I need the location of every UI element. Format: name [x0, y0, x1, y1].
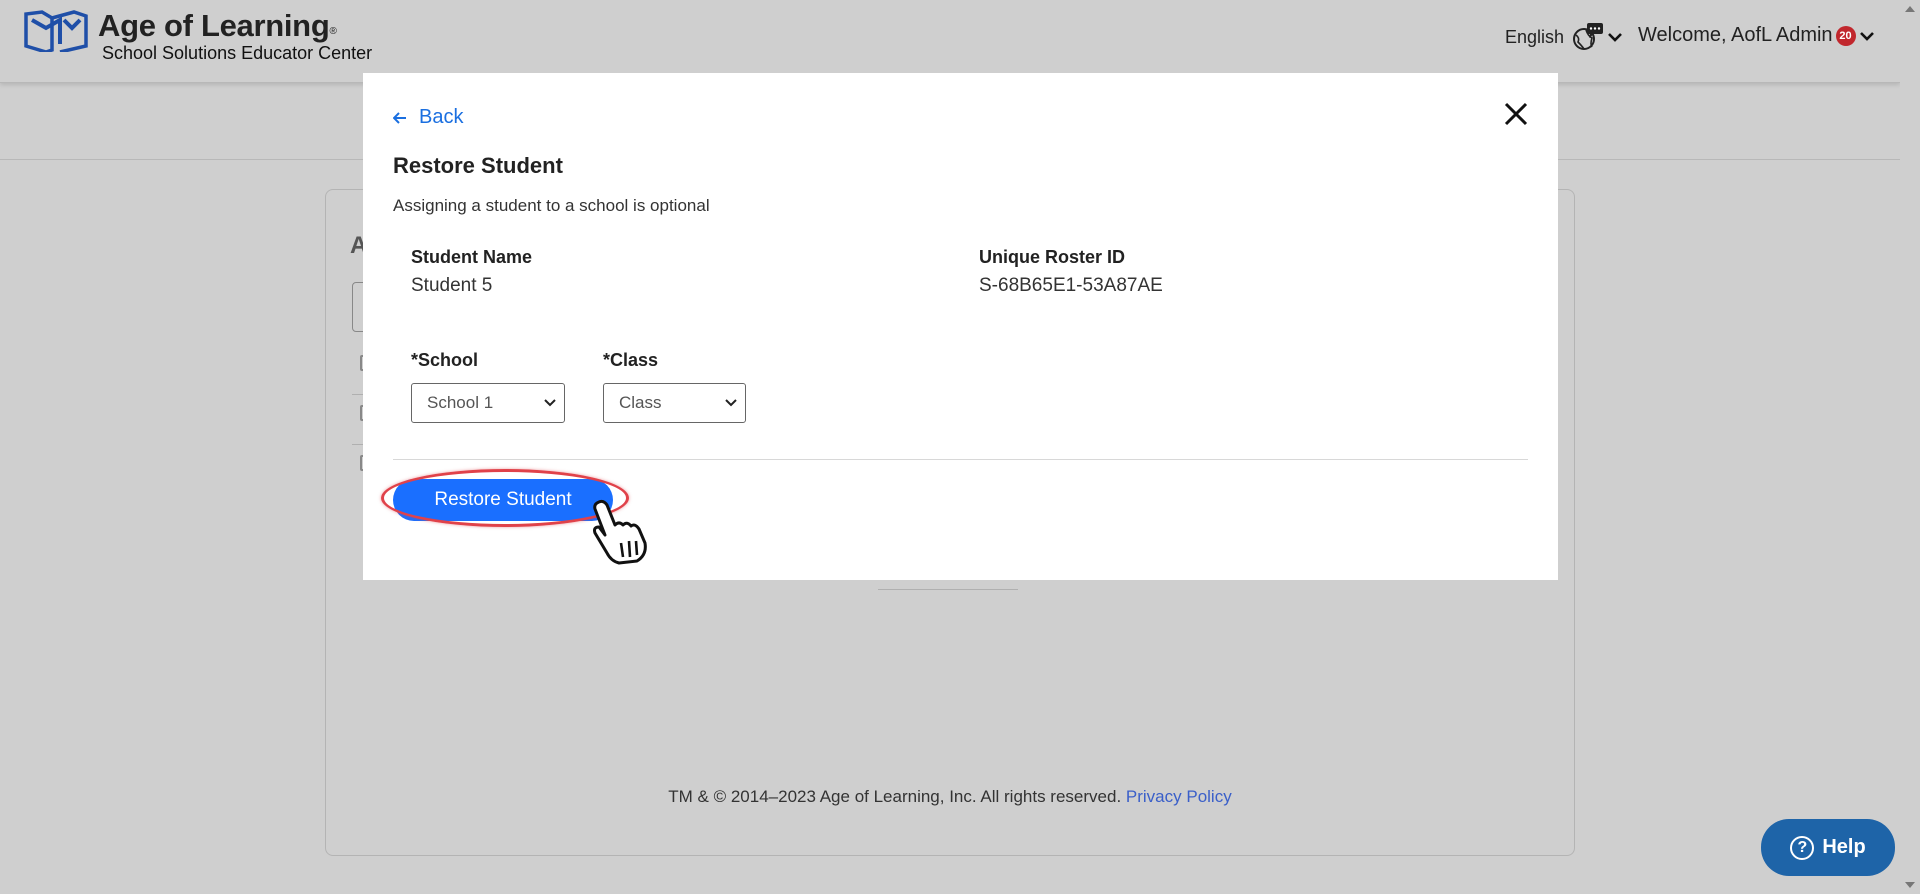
- back-link[interactable]: Back: [393, 106, 463, 129]
- copyright-text: TM & © 2014–2023 Age of Learning, Inc. A…: [668, 787, 1122, 806]
- arrow-left-icon: [393, 111, 406, 124]
- question-icon: ?: [1790, 835, 1815, 860]
- class-label: *Class: [603, 350, 659, 370]
- back-label: Back: [419, 106, 464, 128]
- footer: TM & © 2014–2023 Age of Learning, Inc. A…: [326, 787, 1574, 807]
- privacy-policy-link[interactable]: Privacy Policy: [1126, 787, 1232, 806]
- background-divider: [878, 580, 1018, 590]
- modal-divider: [393, 459, 1528, 460]
- language-selector[interactable]: English: [1505, 22, 1622, 52]
- school-label: *School: [411, 350, 479, 370]
- class-select[interactable]: Class: [603, 383, 746, 423]
- class-selected-value: Class: [619, 393, 662, 412]
- school-select[interactable]: School 1: [411, 383, 565, 423]
- chevron-down-icon: [544, 399, 556, 407]
- page-scrollbar[interactable]: [1900, 0, 1920, 894]
- welcome-text: Welcome, AofL Admin: [1638, 24, 1833, 46]
- roster-id-value: S-68B65E1-53A87AE: [979, 275, 1163, 296]
- restore-student-modal: Back Restore Student Assigning a student…: [363, 73, 1558, 580]
- logo-mark-icon: [24, 10, 88, 52]
- chevron-down-icon: [1608, 33, 1622, 42]
- close-icon[interactable]: [1503, 101, 1529, 127]
- scroll-up-icon[interactable]: [1905, 6, 1915, 12]
- brand-title: Age of Learning®: [98, 8, 337, 43]
- brand-subtitle: School Solutions Educator Center: [102, 43, 373, 63]
- brand-logo[interactable]: Age of Learning® School Solutions Educat…: [24, 10, 372, 64]
- student-name-label: Student Name: [411, 247, 533, 267]
- notification-badge: 20: [1835, 25, 1856, 46]
- school-selected-value: School 1: [427, 393, 494, 412]
- globe-chat-icon: [1573, 23, 1604, 50]
- chevron-down-icon: [725, 399, 737, 407]
- modal-title: Restore Student: [393, 153, 563, 178]
- language-label: English: [1505, 26, 1565, 47]
- chevron-down-icon: [1859, 31, 1874, 41]
- top-header: Age of Learning® School Solutions Educat…: [0, 0, 1900, 83]
- student-name-value: Student 5: [411, 275, 493, 296]
- scroll-down-icon[interactable]: [1905, 882, 1915, 888]
- help-label: Help: [1822, 836, 1866, 858]
- modal-description: Assigning a student to a school is optio…: [393, 196, 710, 215]
- user-menu[interactable]: Welcome, AofL Admin 20: [1638, 24, 1874, 47]
- help-button[interactable]: ? Help: [1761, 819, 1895, 876]
- roster-id-label: Unique Roster ID: [979, 247, 1126, 267]
- restore-student-button[interactable]: Restore Student: [393, 479, 613, 521]
